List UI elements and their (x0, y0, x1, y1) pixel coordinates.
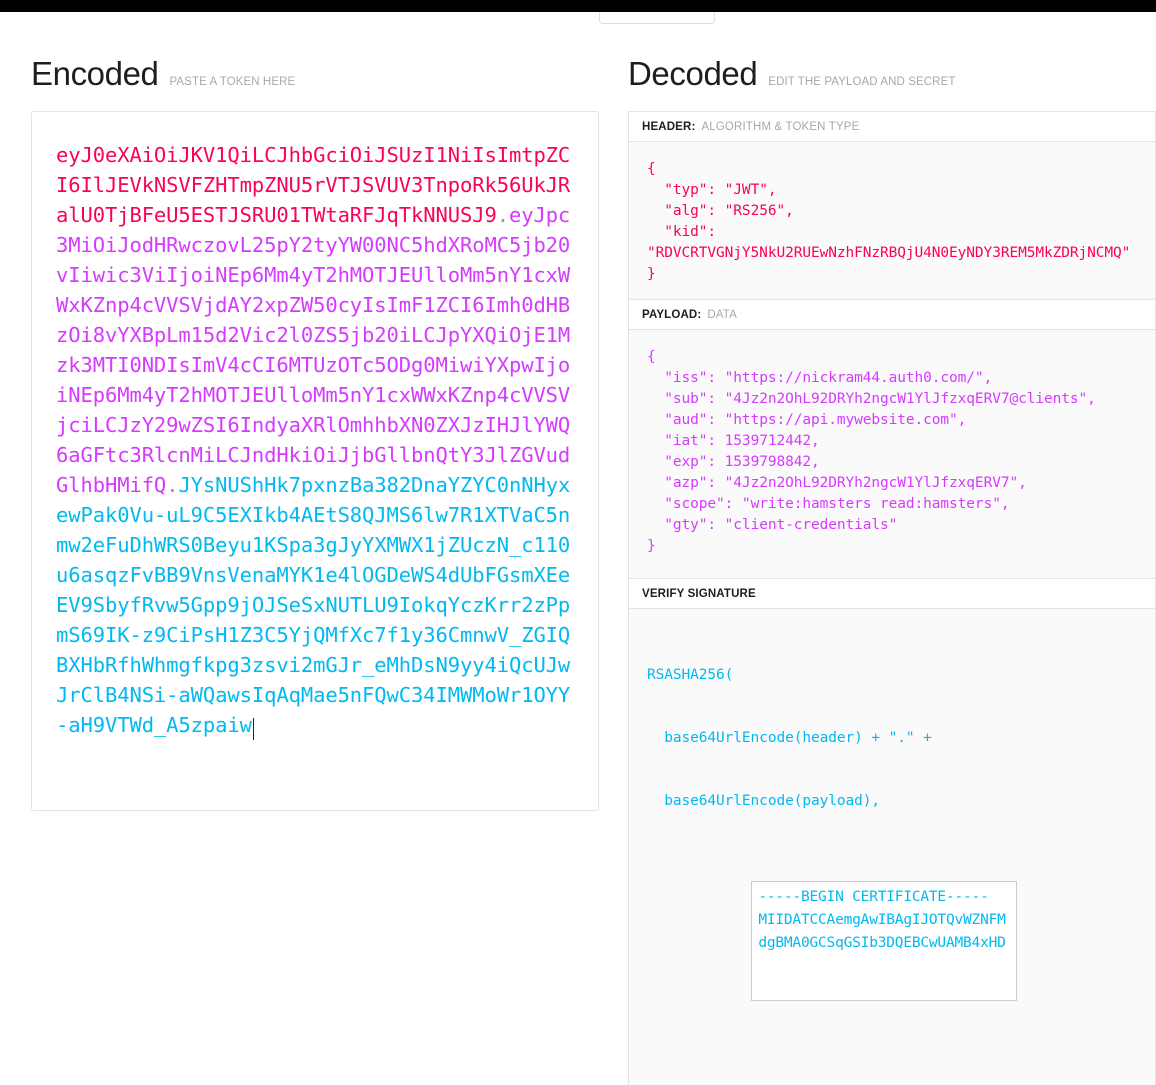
jwt-debugger-page: Encoded PASTE A TOKEN HERE eyJ0eXAiOiJKV… (0, 0, 1156, 1085)
encoded-token-box[interactable]: eyJ0eXAiOiJKV1QiLCJhbGciOiJSUzI1NiIsImtp… (31, 111, 599, 811)
signature-panel-label-text: VERIFY SIGNATURE (642, 587, 756, 600)
token-separator-2: . (166, 473, 179, 497)
decoded-heading: Decoded EDIT THE PAYLOAD AND SECRET (628, 57, 955, 90)
header-panel-label-text: HEADER: (642, 120, 696, 133)
payload-panel-label-text: PAYLOAD: (642, 308, 702, 321)
decoded-title: Decoded (628, 55, 758, 92)
header-panel-label-hint: ALGORITHM & TOKEN TYPE (701, 120, 860, 133)
signature-line-1: RSASHA256( (647, 667, 734, 683)
top-tab-stub[interactable] (599, 12, 715, 24)
decoded-subtitle: EDIT THE PAYLOAD AND SECRET (768, 76, 956, 88)
header-panel-label: HEADER: ALGORITHM & TOKEN TYPE (629, 112, 1155, 142)
payload-panel-label: PAYLOAD: DATA (629, 300, 1155, 330)
header-panel: HEADER: ALGORITHM & TOKEN TYPE { "typ": … (628, 111, 1156, 299)
payload-panel: PAYLOAD: DATA { "iss": "https://nickram4… (628, 299, 1156, 578)
signature-panel: VERIFY SIGNATURE RSASHA256( base64UrlEnc… (628, 578, 1156, 1085)
encoded-subtitle: PASTE A TOKEN HERE (169, 76, 296, 88)
header-json[interactable]: { "typ": "JWT", "alg": "RS256", "kid": "… (629, 142, 1155, 299)
payload-json[interactable]: { "iss": "https://nickram44.auth0.com/",… (629, 330, 1155, 578)
encoded-title: Encoded (31, 55, 159, 92)
decoded-panels: HEADER: ALGORITHM & TOKEN TYPE { "typ": … (628, 111, 1156, 1085)
token-signature-segment: JYsNUShHk7pxnzBa382DnaYZYC0nNHyxewPak0Vu… (56, 473, 571, 737)
text-caret (252, 718, 254, 740)
encoded-heading: Encoded PASTE A TOKEN HERE (31, 57, 295, 90)
token-payload-segment: eyJpc3MiOiJodHRwczovL25pY2tyYW00NC5hdXRo… (56, 203, 571, 497)
encoded-token-text[interactable]: eyJ0eXAiOiJKV1QiLCJhbGciOiJSUzI1NiIsImtp… (32, 112, 598, 750)
signature-panel-label: VERIFY SIGNATURE (629, 579, 1155, 609)
certificate-field-wrap (665, 860, 1145, 1029)
token-separator-1: . (496, 203, 509, 227)
signature-line-2: base64UrlEncode(header) + "." + (647, 730, 932, 746)
top-black-bar (0, 0, 1156, 12)
payload-panel-label-hint: DATA (707, 308, 737, 321)
signature-body: RSASHA256( base64UrlEncode(header) + "."… (629, 609, 1155, 1085)
token-header-segment: eyJ0eXAiOiJKV1QiLCJhbGciOiJSUzI1NiIsImtp… (56, 143, 571, 227)
certificate-textarea[interactable] (751, 881, 1018, 1001)
